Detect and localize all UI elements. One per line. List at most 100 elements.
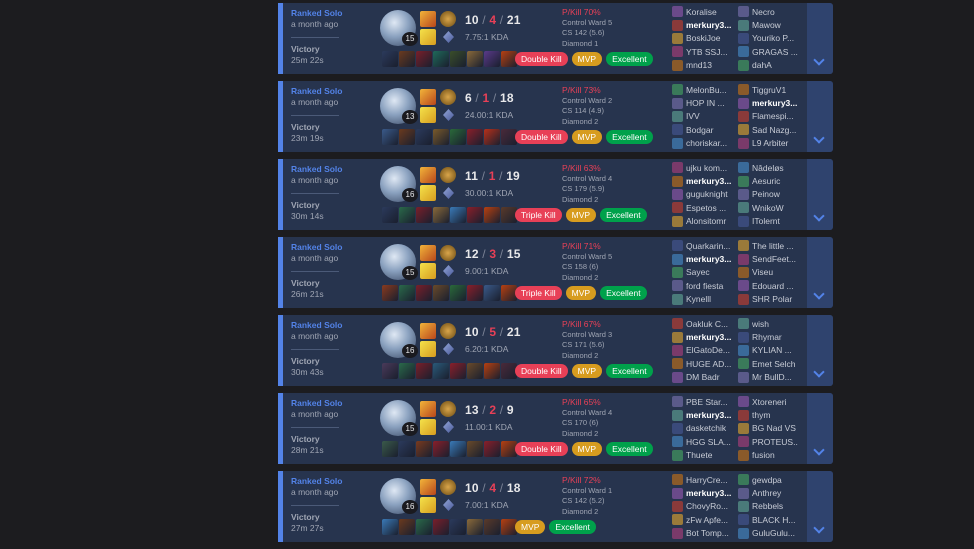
player-entry[interactable]: WnikoW bbox=[738, 201, 798, 214]
player-entry[interactable]: merkury3... bbox=[672, 330, 732, 343]
player-name[interactable]: ford fiesta bbox=[686, 281, 732, 291]
player-entry[interactable]: Youriko P... bbox=[738, 32, 798, 45]
player-name[interactable]: KYLIAN ... bbox=[752, 345, 798, 355]
player-name[interactable]: TiggruV1 bbox=[752, 85, 798, 95]
expand-button[interactable] bbox=[807, 471, 833, 542]
player-entry[interactable]: Flamespi... bbox=[738, 110, 798, 123]
item-slot-icon[interactable] bbox=[416, 441, 432, 457]
item-slot-icon[interactable] bbox=[484, 207, 500, 223]
player-entry[interactable]: Peinow bbox=[738, 188, 798, 201]
item-slot-icon[interactable] bbox=[467, 363, 483, 379]
player-entry[interactable]: Oakluk C... bbox=[672, 317, 732, 330]
summoner-spell-ignite-icon[interactable] bbox=[420, 89, 436, 105]
player-name[interactable]: Alonsitomr bbox=[686, 216, 732, 226]
player-name[interactable]: merkury3... bbox=[686, 488, 732, 498]
secondary-rune-icon[interactable] bbox=[443, 31, 454, 43]
player-name[interactable]: ITolernt bbox=[752, 216, 798, 226]
player-entry[interactable]: BG Nad VS bbox=[738, 422, 798, 435]
item-slot-icon[interactable] bbox=[382, 285, 398, 301]
player-name[interactable]: ujku kom... bbox=[686, 163, 732, 173]
item-slot-icon[interactable] bbox=[433, 519, 449, 535]
match-card[interactable]: Ranked Solo a month ago Victory 28m 21s 15 13… bbox=[278, 393, 833, 464]
item-slot-icon[interactable] bbox=[450, 285, 466, 301]
secondary-rune-icon[interactable] bbox=[443, 421, 454, 433]
player-entry[interactable]: HGG SLA... bbox=[672, 435, 732, 448]
item-slot-icon[interactable] bbox=[450, 207, 466, 223]
player-entry[interactable]: Sad Nazg... bbox=[738, 123, 798, 136]
player-name[interactable]: Emet Selch bbox=[752, 359, 798, 369]
player-entry[interactable]: Bodgar bbox=[672, 123, 732, 136]
item-slot-icon[interactable] bbox=[450, 363, 466, 379]
player-name[interactable]: HUGE AD... bbox=[686, 359, 732, 369]
item-slot-icon[interactable] bbox=[399, 519, 415, 535]
player-entry[interactable]: dahA bbox=[738, 59, 798, 72]
item-slot-icon[interactable] bbox=[484, 441, 500, 457]
summoner-spell-flash-icon[interactable] bbox=[420, 263, 436, 279]
player-entry[interactable]: Viseu bbox=[738, 266, 798, 279]
item-slot-icon[interactable] bbox=[416, 519, 432, 535]
item-slot-icon[interactable] bbox=[416, 129, 432, 145]
secondary-rune-icon[interactable] bbox=[443, 109, 454, 121]
player-name[interactable]: merkury3... bbox=[686, 332, 732, 342]
player-entry[interactable]: ujku kom... bbox=[672, 161, 732, 174]
player-name[interactable]: ChovyRo... bbox=[686, 501, 732, 511]
player-entry[interactable]: Rebbels bbox=[738, 500, 798, 513]
expand-button[interactable] bbox=[807, 159, 833, 230]
player-entry[interactable]: BLACK H... bbox=[738, 513, 798, 526]
item-slot-icon[interactable] bbox=[467, 285, 483, 301]
player-entry[interactable]: Thuete bbox=[672, 449, 732, 462]
summoner-spell-flash-icon[interactable] bbox=[420, 341, 436, 357]
player-entry[interactable]: IVV bbox=[672, 110, 732, 123]
summoner-spell-flash-icon[interactable] bbox=[420, 185, 436, 201]
summoner-spell-ignite-icon[interactable] bbox=[420, 11, 436, 27]
player-entry[interactable]: wish bbox=[738, 317, 798, 330]
summoner-spell-flash-icon[interactable] bbox=[420, 107, 436, 123]
item-slot-icon[interactable] bbox=[382, 51, 398, 67]
summoner-spell-ignite-icon[interactable] bbox=[420, 245, 436, 261]
player-entry[interactable]: Bot Tomp... bbox=[672, 527, 732, 540]
item-slot-icon[interactable] bbox=[467, 441, 483, 457]
summoner-spell-ignite-icon[interactable] bbox=[420, 323, 436, 339]
item-slot-icon[interactable] bbox=[399, 51, 415, 67]
item-slot-icon[interactable] bbox=[382, 363, 398, 379]
player-name[interactable]: Youriko P... bbox=[752, 33, 798, 43]
item-slot-icon[interactable] bbox=[484, 129, 500, 145]
player-name[interactable]: MelonBu... bbox=[686, 85, 732, 95]
player-name[interactable]: guguknight bbox=[686, 189, 732, 199]
expand-button[interactable] bbox=[807, 237, 833, 308]
keystone-rune-icon[interactable] bbox=[440, 11, 456, 27]
player-name[interactable]: Koralise bbox=[686, 7, 732, 17]
item-slot-icon[interactable] bbox=[399, 129, 415, 145]
item-slot-icon[interactable] bbox=[416, 51, 432, 67]
player-name[interactable]: gewdpa bbox=[752, 475, 798, 485]
item-slot-icon[interactable] bbox=[399, 363, 415, 379]
item-slot-icon[interactable] bbox=[382, 207, 398, 223]
match-card[interactable]: Ranked Solo a month ago Victory 30m 14s 16 11… bbox=[278, 159, 833, 230]
player-entry[interactable]: Anthrey bbox=[738, 486, 798, 499]
player-entry[interactable]: ChovyRo... bbox=[672, 500, 732, 513]
item-slot-icon[interactable] bbox=[416, 285, 432, 301]
summoner-spell-flash-icon[interactable] bbox=[420, 29, 436, 45]
player-name[interactable]: Edouard ... bbox=[752, 281, 798, 291]
player-entry[interactable]: mnd13 bbox=[672, 59, 732, 72]
player-entry[interactable]: Quarkarin... bbox=[672, 239, 732, 252]
player-entry[interactable]: BoskiJoe bbox=[672, 32, 732, 45]
item-slot-icon[interactable] bbox=[484, 519, 500, 535]
player-name[interactable]: SendFeet... bbox=[752, 254, 798, 264]
item-slot-icon[interactable] bbox=[382, 441, 398, 457]
player-name[interactable]: Bodgar bbox=[686, 125, 732, 135]
player-name[interactable]: GuluGulu... bbox=[752, 528, 798, 538]
summoner-spell-flash-icon[interactable] bbox=[420, 419, 436, 435]
player-name[interactable]: WnikoW bbox=[752, 203, 798, 213]
match-card[interactable]: Ranked Solo a month ago Victory 27m 27s 16 10… bbox=[278, 471, 833, 542]
item-slot-icon[interactable] bbox=[467, 207, 483, 223]
item-slot-icon[interactable] bbox=[399, 441, 415, 457]
secondary-rune-icon[interactable] bbox=[443, 343, 454, 355]
item-slot-icon[interactable] bbox=[416, 363, 432, 379]
keystone-rune-icon[interactable] bbox=[440, 167, 456, 183]
player-name[interactable]: HGG SLA... bbox=[686, 437, 732, 447]
player-entry[interactable]: The little ... bbox=[738, 239, 798, 252]
player-entry[interactable]: merkury3... bbox=[672, 174, 732, 187]
player-entry[interactable]: Alonsitomr bbox=[672, 215, 732, 228]
player-entry[interactable]: MelonBu... bbox=[672, 83, 732, 96]
